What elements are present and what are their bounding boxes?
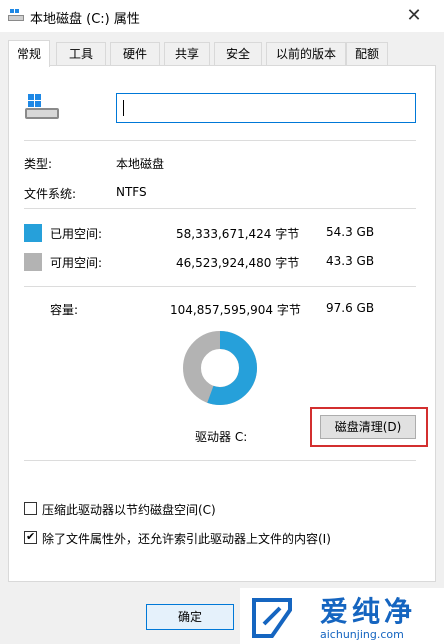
compress-label: 压缩此驱动器以节约磁盘空间(C)	[42, 503, 216, 517]
compress-checkbox[interactable]	[24, 502, 37, 515]
watermark-text: 爱纯净	[320, 595, 417, 628]
filesystem-label: 文件系统:	[24, 187, 77, 201]
tab-tools[interactable]: 工具	[56, 42, 106, 65]
divider	[24, 140, 416, 141]
drive-icon	[8, 9, 24, 21]
free-space-swatch	[24, 253, 42, 271]
tab-quota[interactable]: 配额	[346, 42, 388, 65]
tab-hardware[interactable]: 硬件	[110, 42, 160, 65]
drive-letter-label: 驱动器 C:	[195, 430, 248, 444]
free-space-bytes: 46,523,924,480 字节	[176, 256, 300, 270]
text-caret	[123, 100, 124, 116]
index-label: 除了文件属性外，还允许索引此驱动器上文件的内容(I)	[42, 532, 331, 546]
divider	[24, 460, 416, 461]
used-space-size: 54.3 GB	[326, 225, 375, 239]
watermark-icon	[252, 598, 292, 638]
capacity-size: 97.6 GB	[326, 301, 375, 315]
filesystem-value: NTFS	[116, 185, 147, 199]
title-bar: 本地磁盘 (C:) 属性 ✕	[0, 0, 444, 32]
used-space-bytes: 58,333,671,424 字节	[176, 227, 300, 241]
tab-sharing[interactable]: 共享	[164, 42, 210, 65]
type-value: 本地磁盘	[116, 157, 165, 171]
checkmark-icon: ✔	[26, 530, 36, 543]
used-space-swatch	[24, 224, 42, 242]
free-space-label: 可用空间:	[50, 256, 103, 270]
drive-name-input[interactable]	[116, 93, 416, 123]
type-label: 类型:	[24, 157, 53, 171]
hard-drive-icon	[25, 94, 59, 119]
watermark-logo: 爱纯净 aichunjing.com	[240, 588, 444, 644]
tab-general[interactable]: 常规	[8, 40, 50, 67]
ok-button[interactable]: 确定	[146, 604, 234, 630]
close-icon[interactable]: ✕	[402, 4, 426, 28]
index-checkbox[interactable]: ✔	[24, 530, 37, 544]
tab-previous-versions[interactable]: 以前的版本	[266, 42, 346, 65]
capacity-bytes: 104,857,595,904 字节	[170, 303, 301, 317]
divider	[24, 286, 416, 287]
used-space-label: 已用空间:	[50, 227, 103, 241]
disk-cleanup-button[interactable]: 磁盘清理(D)	[320, 415, 416, 439]
divider	[24, 208, 416, 209]
capacity-label: 容量:	[50, 303, 79, 317]
free-space-size: 43.3 GB	[326, 254, 375, 268]
watermark-url: aichunjing.com	[320, 628, 404, 641]
window-title: 本地磁盘 (C:) 属性	[30, 12, 140, 27]
disk-usage-donut	[183, 331, 257, 405]
tab-security[interactable]: 安全	[214, 42, 262, 65]
